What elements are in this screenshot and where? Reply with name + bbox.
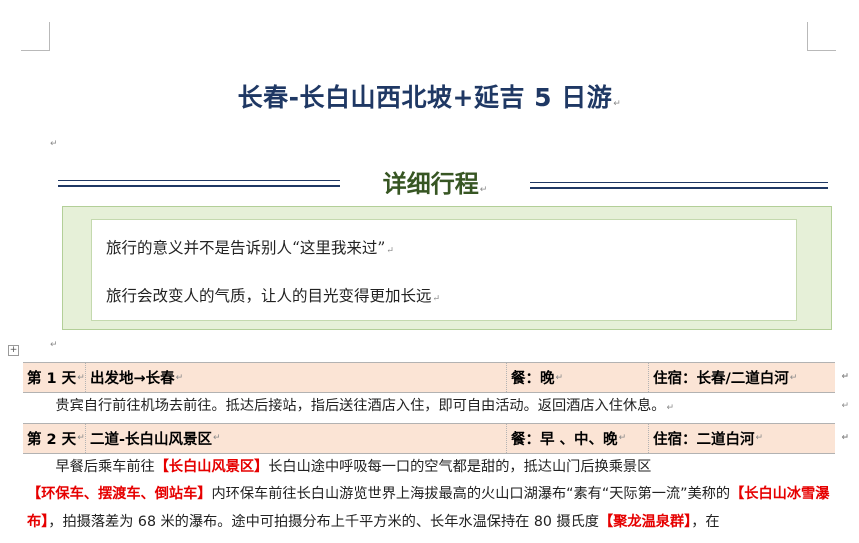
paragraph-mark: ↵ [613, 99, 622, 109]
accommodation-cell: 住宿：长春/二道白河 ↵ [648, 363, 835, 392]
row-end-mark: ↵ [841, 432, 849, 443]
paragraph-mark: ↵ [479, 185, 488, 195]
empty-paragraph-mark: ↵ [50, 340, 58, 350]
document-title-text: 长春-长白山西北坡+延吉 5 日游 [237, 83, 613, 112]
day-description: 早餐后乘车前往【长白山风景区】长白山途中呼吸每一口的空气都是甜的，抵达山门后换乘… [27, 458, 830, 530]
heading-rule-right [530, 182, 828, 189]
quote-frame: 旅行的意义并不是告诉别人“这里我来过”↵ 旅行会改变人的气质，让人的目光变得更加… [62, 206, 832, 330]
highlight-attraction: 【聚龙温泉群】 [599, 513, 692, 530]
itinerary-table: 第 1 天 ↵ 出发地→长春 ↵ 餐：晚 ↵ 住宿：长春/二道白河 ↵ ↵ 贵宾自行前往… [23, 362, 849, 536]
highlight-attraction: 【环保车、摆渡车、倒站车】 [27, 486, 212, 502]
highlight-attraction: 【长白山风景区】 [154, 458, 269, 475]
route-cell: 二道-长白山风景区 ↵ [85, 423, 506, 453]
day-description: 贵宾自行前往机场去前往。抵达后接站，指后送往酒店入住，即可自由活动。返回酒店入住… [23, 393, 849, 423]
document-title: 长春-长白山西北坡+延吉 5 日游↵ [0, 78, 859, 114]
day-header-row: 第 1 天 ↵ 出发地→长春 ↵ 餐：晚 ↵ 住宿：长春/二道白河 ↵ ↵ [23, 362, 849, 393]
paragraph-mark: ↵ [386, 246, 394, 256]
paragraph-mark: ↵ [432, 294, 441, 304]
meals-cell: 餐：早 、中、晚 ↵ [506, 423, 648, 453]
section-heading-text: 详细行程 [382, 170, 479, 198]
empty-paragraph-mark: ↵ [50, 139, 58, 149]
quote-line: 旅行的意义并不是告诉别人“这里我来过”↵ [106, 239, 394, 257]
table-move-handle[interactable]: + [8, 345, 19, 356]
route-cell: 出发地→长春 ↵ [85, 363, 506, 392]
heading-rule-left [58, 180, 340, 187]
day-number-cell: 第 2 天 ↵ [27, 431, 85, 448]
day-number-cell: 第 1 天 ↵ [27, 371, 85, 387]
crop-mark-top-left [21, 22, 50, 51]
row-end-mark: ↵ [841, 401, 849, 411]
row-end-mark: ↵ [841, 372, 849, 382]
section-heading: 详细行程↵ [340, 164, 530, 199]
accommodation-cell: 住宿：二道白河 ↵ [648, 423, 835, 453]
quote-line: 旅行会改变人的气质，让人的目光变得更加长远↵ [106, 287, 441, 305]
crop-mark-top-right [807, 22, 836, 51]
quote-panel: 旅行的意义并不是告诉别人“这里我来过”↵ 旅行会改变人的气质，让人的目光变得更加… [91, 219, 797, 321]
meals-cell: 餐：晚 ↵ [506, 363, 648, 392]
day-header-row: 第 2 天 ↵ 二道-长白山风景区 ↵ 餐：早 、中、晚 ↵ 住宿：二道白河 ↵ ↵ [23, 422, 849, 454]
